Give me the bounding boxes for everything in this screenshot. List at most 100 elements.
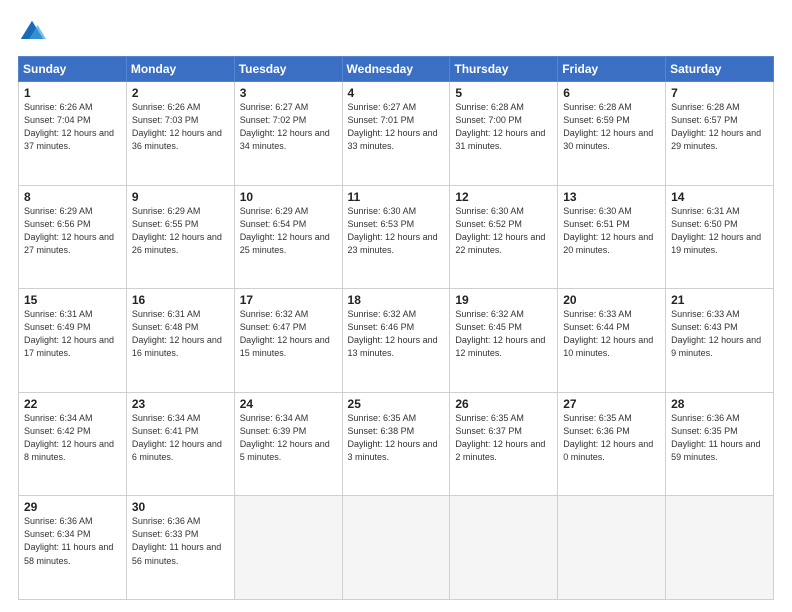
day-info: Sunrise: 6:36 AMSunset: 6:35 PMDaylight:… (671, 412, 768, 464)
calendar-cell: 29Sunrise: 6:36 AMSunset: 6:34 PMDayligh… (19, 496, 127, 600)
day-info: Sunrise: 6:29 AMSunset: 6:55 PMDaylight:… (132, 205, 229, 257)
calendar-cell: 17Sunrise: 6:32 AMSunset: 6:47 PMDayligh… (234, 289, 342, 393)
day-number: 29 (24, 500, 121, 514)
calendar-cell: 25Sunrise: 6:35 AMSunset: 6:38 PMDayligh… (342, 392, 450, 496)
day-info: Sunrise: 6:26 AMSunset: 7:03 PMDaylight:… (132, 101, 229, 153)
day-number: 9 (132, 190, 229, 204)
day-number: 3 (240, 86, 337, 100)
day-number: 7 (671, 86, 768, 100)
day-number: 20 (563, 293, 660, 307)
day-number: 11 (348, 190, 445, 204)
day-info: Sunrise: 6:33 AMSunset: 6:44 PMDaylight:… (563, 308, 660, 360)
day-info: Sunrise: 6:35 AMSunset: 6:38 PMDaylight:… (348, 412, 445, 464)
day-number: 19 (455, 293, 552, 307)
day-number: 28 (671, 397, 768, 411)
calendar-cell: 1Sunrise: 6:26 AMSunset: 7:04 PMDaylight… (19, 82, 127, 186)
day-number: 23 (132, 397, 229, 411)
calendar-cell: 30Sunrise: 6:36 AMSunset: 6:33 PMDayligh… (126, 496, 234, 600)
day-info: Sunrise: 6:30 AMSunset: 6:51 PMDaylight:… (563, 205, 660, 257)
day-info: Sunrise: 6:27 AMSunset: 7:01 PMDaylight:… (348, 101, 445, 153)
day-info: Sunrise: 6:34 AMSunset: 6:39 PMDaylight:… (240, 412, 337, 464)
day-number: 22 (24, 397, 121, 411)
day-number: 4 (348, 86, 445, 100)
day-info: Sunrise: 6:32 AMSunset: 6:45 PMDaylight:… (455, 308, 552, 360)
calendar-cell: 20Sunrise: 6:33 AMSunset: 6:44 PMDayligh… (558, 289, 666, 393)
day-number: 13 (563, 190, 660, 204)
day-number: 17 (240, 293, 337, 307)
day-info: Sunrise: 6:29 AMSunset: 6:54 PMDaylight:… (240, 205, 337, 257)
day-info: Sunrise: 6:32 AMSunset: 6:47 PMDaylight:… (240, 308, 337, 360)
day-number: 6 (563, 86, 660, 100)
calendar-header-friday: Friday (558, 57, 666, 82)
calendar-header-monday: Monday (126, 57, 234, 82)
calendar-cell: 13Sunrise: 6:30 AMSunset: 6:51 PMDayligh… (558, 185, 666, 289)
day-info: Sunrise: 6:28 AMSunset: 6:57 PMDaylight:… (671, 101, 768, 153)
day-number: 5 (455, 86, 552, 100)
calendar-week-4: 29Sunrise: 6:36 AMSunset: 6:34 PMDayligh… (19, 496, 774, 600)
day-info: Sunrise: 6:30 AMSunset: 6:53 PMDaylight:… (348, 205, 445, 257)
calendar-cell: 21Sunrise: 6:33 AMSunset: 6:43 PMDayligh… (666, 289, 774, 393)
calendar-cell: 6Sunrise: 6:28 AMSunset: 6:59 PMDaylight… (558, 82, 666, 186)
calendar-cell: 18Sunrise: 6:32 AMSunset: 6:46 PMDayligh… (342, 289, 450, 393)
day-number: 18 (348, 293, 445, 307)
day-number: 2 (132, 86, 229, 100)
calendar-cell: 15Sunrise: 6:31 AMSunset: 6:49 PMDayligh… (19, 289, 127, 393)
calendar-cell: 7Sunrise: 6:28 AMSunset: 6:57 PMDaylight… (666, 82, 774, 186)
day-number: 15 (24, 293, 121, 307)
day-number: 14 (671, 190, 768, 204)
calendar-cell (342, 496, 450, 600)
calendar-week-2: 15Sunrise: 6:31 AMSunset: 6:49 PMDayligh… (19, 289, 774, 393)
day-info: Sunrise: 6:36 AMSunset: 6:33 PMDaylight:… (132, 515, 229, 567)
day-info: Sunrise: 6:30 AMSunset: 6:52 PMDaylight:… (455, 205, 552, 257)
calendar-cell: 3Sunrise: 6:27 AMSunset: 7:02 PMDaylight… (234, 82, 342, 186)
logo (18, 18, 50, 46)
calendar-cell: 24Sunrise: 6:34 AMSunset: 6:39 PMDayligh… (234, 392, 342, 496)
day-info: Sunrise: 6:28 AMSunset: 7:00 PMDaylight:… (455, 101, 552, 153)
calendar-cell: 8Sunrise: 6:29 AMSunset: 6:56 PMDaylight… (19, 185, 127, 289)
day-number: 25 (348, 397, 445, 411)
calendar-cell (234, 496, 342, 600)
calendar-cell: 10Sunrise: 6:29 AMSunset: 6:54 PMDayligh… (234, 185, 342, 289)
day-number: 16 (132, 293, 229, 307)
day-info: Sunrise: 6:28 AMSunset: 6:59 PMDaylight:… (563, 101, 660, 153)
calendar-cell: 23Sunrise: 6:34 AMSunset: 6:41 PMDayligh… (126, 392, 234, 496)
calendar-cell: 14Sunrise: 6:31 AMSunset: 6:50 PMDayligh… (666, 185, 774, 289)
calendar-cell (666, 496, 774, 600)
calendar-cell: 28Sunrise: 6:36 AMSunset: 6:35 PMDayligh… (666, 392, 774, 496)
page: SundayMondayTuesdayWednesdayThursdayFrid… (0, 0, 792, 612)
day-info: Sunrise: 6:35 AMSunset: 6:37 PMDaylight:… (455, 412, 552, 464)
day-info: Sunrise: 6:33 AMSunset: 6:43 PMDaylight:… (671, 308, 768, 360)
day-info: Sunrise: 6:34 AMSunset: 6:42 PMDaylight:… (24, 412, 121, 464)
calendar-cell (450, 496, 558, 600)
calendar-table: SundayMondayTuesdayWednesdayThursdayFrid… (18, 56, 774, 600)
day-info: Sunrise: 6:31 AMSunset: 6:48 PMDaylight:… (132, 308, 229, 360)
day-number: 26 (455, 397, 552, 411)
day-number: 27 (563, 397, 660, 411)
day-number: 30 (132, 500, 229, 514)
day-info: Sunrise: 6:35 AMSunset: 6:36 PMDaylight:… (563, 412, 660, 464)
calendar-cell: 16Sunrise: 6:31 AMSunset: 6:48 PMDayligh… (126, 289, 234, 393)
calendar-cell: 9Sunrise: 6:29 AMSunset: 6:55 PMDaylight… (126, 185, 234, 289)
day-number: 1 (24, 86, 121, 100)
logo-icon (18, 18, 46, 46)
day-number: 8 (24, 190, 121, 204)
calendar-header-saturday: Saturday (666, 57, 774, 82)
calendar-cell: 12Sunrise: 6:30 AMSunset: 6:52 PMDayligh… (450, 185, 558, 289)
day-number: 10 (240, 190, 337, 204)
calendar-week-1: 8Sunrise: 6:29 AMSunset: 6:56 PMDaylight… (19, 185, 774, 289)
day-info: Sunrise: 6:29 AMSunset: 6:56 PMDaylight:… (24, 205, 121, 257)
day-number: 12 (455, 190, 552, 204)
calendar-cell: 26Sunrise: 6:35 AMSunset: 6:37 PMDayligh… (450, 392, 558, 496)
day-info: Sunrise: 6:31 AMSunset: 6:49 PMDaylight:… (24, 308, 121, 360)
calendar-week-0: 1Sunrise: 6:26 AMSunset: 7:04 PMDaylight… (19, 82, 774, 186)
calendar-cell: 19Sunrise: 6:32 AMSunset: 6:45 PMDayligh… (450, 289, 558, 393)
calendar-cell: 5Sunrise: 6:28 AMSunset: 7:00 PMDaylight… (450, 82, 558, 186)
day-number: 21 (671, 293, 768, 307)
day-info: Sunrise: 6:26 AMSunset: 7:04 PMDaylight:… (24, 101, 121, 153)
day-info: Sunrise: 6:32 AMSunset: 6:46 PMDaylight:… (348, 308, 445, 360)
header (18, 18, 774, 46)
calendar-cell: 4Sunrise: 6:27 AMSunset: 7:01 PMDaylight… (342, 82, 450, 186)
calendar-header-tuesday: Tuesday (234, 57, 342, 82)
day-number: 24 (240, 397, 337, 411)
calendar-cell: 22Sunrise: 6:34 AMSunset: 6:42 PMDayligh… (19, 392, 127, 496)
